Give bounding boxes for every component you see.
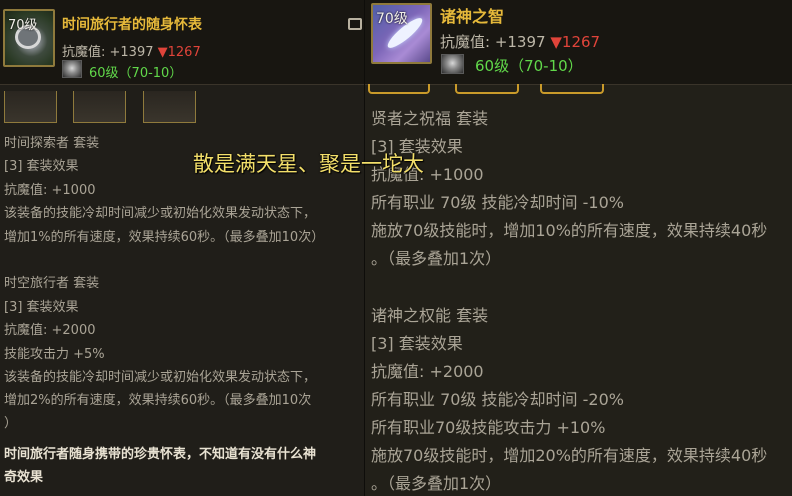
resist-drop: ▼1267: [157, 45, 201, 60]
resist-stat: 抗魔值: +1397 ▼1267: [440, 31, 600, 52]
set-line: 施放70级技能时，增加10%的所有速度，效果持续40秒: [371, 221, 768, 240]
set-line: 所有职业 70级 技能冷却时间 -20%: [371, 390, 624, 409]
set-slot-1[interactable]: [4, 91, 57, 123]
item-level-badge: 70级: [8, 18, 38, 33]
set-effect-header: [3] 套装效果: [4, 300, 79, 315]
set-slot-1[interactable]: [368, 84, 430, 94]
resist-drop: ▼1267: [550, 33, 601, 51]
set-line: 施放70级技能时，增加20%的所有速度，效果持续40秒: [371, 446, 768, 465]
set-line: 抗魔值: +1000: [4, 183, 96, 198]
set-title: 贤者之祝福 套装: [371, 109, 489, 128]
set-line: 增加2%的所有速度，效果持续60秒。（最多叠加10次: [4, 393, 312, 408]
gem-icon: [62, 60, 82, 78]
overlay-caption: 散是满天星、聚是一坨大: [193, 152, 424, 176]
gem-icon: [441, 54, 464, 74]
item-level-badge: 70级: [376, 11, 408, 27]
item-description: 时间旅行者随身携带的珍贵怀表，不知道有没有什么神: [4, 447, 317, 462]
left-item-header: 70级 时间旅行者的随身怀表 抗魔值: +1397 ▼1267 60级（70-1…: [0, 0, 364, 85]
feather-icon[interactable]: 70级: [371, 3, 432, 64]
set-slot-3[interactable]: [540, 84, 604, 94]
set-line: 抗魔值: +2000: [371, 362, 484, 381]
set-line: 该装备的技能冷却时间减少或初始化效果发动状态下，: [4, 206, 317, 221]
item-name: 时间旅行者的随身怀表: [62, 17, 202, 33]
resist-stat: 抗魔值: +1397 ▼1267: [62, 41, 201, 60]
set-effect-header: [3] 套装效果: [371, 334, 463, 353]
set-line: 抗魔值: +2000: [4, 323, 96, 338]
set-title: 时间探索者 套装: [4, 136, 100, 151]
item-name: 诸神之智: [440, 7, 505, 26]
level-range: 60级（70-10）: [89, 66, 183, 81]
set-effect-header: [3] 套装效果: [4, 159, 79, 174]
set-slot-2[interactable]: [455, 84, 519, 94]
resist-value: 抗魔值: +1397: [440, 33, 546, 51]
pocket-watch-icon[interactable]: 70级: [3, 9, 55, 67]
compare-icon[interactable]: [348, 18, 362, 30]
set-line: 。（最多叠加1次）: [371, 474, 502, 493]
set-title: 时空旅行者 套装: [4, 276, 100, 291]
set-line: 增加1%的所有速度，效果持续60秒。（最多叠加10次）: [4, 230, 325, 245]
set-title: 诸神之权能 套装: [371, 306, 489, 325]
set-slot-2[interactable]: [73, 91, 126, 123]
resist-value: 抗魔值: +1397: [62, 45, 154, 60]
set-line: 所有职业 70级 技能冷却时间 -10%: [371, 193, 624, 212]
set-slot-3[interactable]: [143, 91, 196, 123]
left-item-tooltip: 70级 时间旅行者的随身怀表 抗魔值: +1397 ▼1267 60级（70-1…: [0, 0, 365, 496]
item-description: 奇效果: [4, 470, 44, 485]
level-range: 60级（70-10）: [475, 57, 583, 75]
set-line: 技能攻击力 +5%: [4, 347, 105, 362]
set-line: 该装备的技能冷却时间减少或初始化效果发动状态下，: [4, 370, 317, 385]
set-line: ）: [4, 416, 18, 431]
set-line: 。（最多叠加1次）: [371, 249, 502, 268]
set-line: 所有职业70级技能攻击力 +10%: [371, 418, 606, 437]
